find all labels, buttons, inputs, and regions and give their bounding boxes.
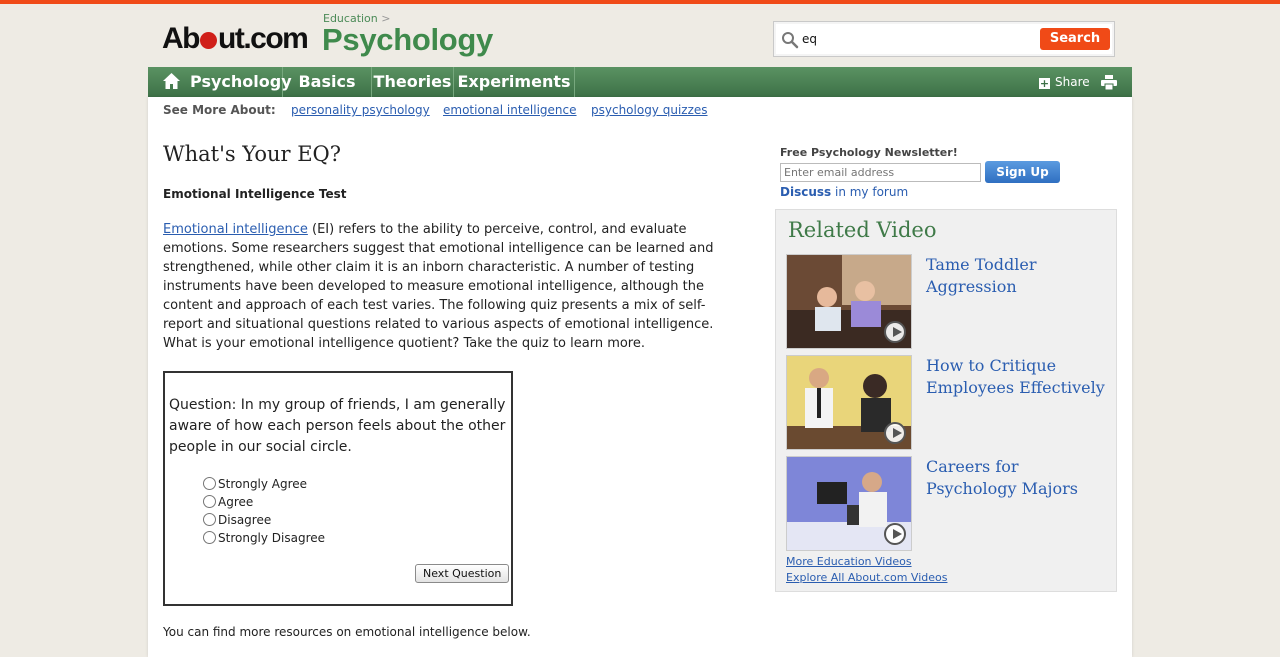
option-label[interactable]: Strongly Agree — [218, 477, 307, 491]
share-label: Share — [1055, 75, 1090, 89]
logo-text-right: ut.com — [218, 22, 309, 55]
video-title-link[interactable]: Careers for Psychology Majors — [926, 456, 1106, 500]
about-logo[interactable]: Ab ut.com — [162, 22, 309, 56]
radio-agree[interactable] — [203, 495, 216, 508]
article-intro: Emotional intelligence (EI) refers to th… — [163, 220, 738, 353]
quiz-option[interactable]: Agree — [203, 495, 325, 513]
quiz-option[interactable]: Strongly Disagree — [203, 531, 325, 549]
plus-icon: + — [1039, 77, 1050, 90]
quiz-box: Question: In my group of friends, I am g… — [163, 371, 513, 606]
more-education-videos-link[interactable]: More Education Videos — [786, 555, 912, 568]
see-more-link-quizzes[interactable]: psychology quizzes — [591, 103, 708, 117]
logo-dot-icon — [200, 32, 217, 49]
print-icon[interactable] — [1101, 75, 1117, 90]
video-title-link[interactable]: Tame Toddler Aggression — [926, 254, 1106, 298]
play-icon[interactable] — [884, 422, 906, 444]
quiz-question: Question: In my group of friends, I am g… — [169, 397, 506, 455]
emotional-intelligence-link[interactable]: Emotional intelligence — [163, 222, 308, 237]
play-icon[interactable] — [884, 523, 906, 545]
video-title-link[interactable]: How to Critique Employees Effectively — [926, 355, 1106, 399]
resources-text: You can find more resources on emotional… — [163, 625, 531, 639]
nav-item-basics[interactable]: Basics — [283, 67, 372, 97]
search-button[interactable]: Search — [1040, 28, 1110, 50]
discuss-link[interactable]: Discuss — [780, 185, 831, 199]
top-accent-bar — [0, 0, 1280, 4]
search-box: Search — [773, 21, 1115, 57]
nav-item-experiments[interactable]: Experiments — [454, 67, 575, 97]
search-input[interactable] — [802, 30, 1002, 48]
see-more-link-personality[interactable]: personality psychology — [291, 103, 430, 117]
page-title: What's Your EQ? — [163, 142, 342, 166]
newsletter-email-input[interactable] — [780, 163, 981, 182]
related-video-heading: Related Video — [788, 218, 937, 242]
intro-text: (EI) refers to the ability to perceive, … — [163, 222, 714, 351]
main-nav: Psychology Basics Theories Experiments +… — [148, 67, 1132, 97]
option-label[interactable]: Disagree — [218, 513, 271, 527]
search-icon — [782, 32, 799, 49]
nav-item-theories[interactable]: Theories — [372, 67, 454, 97]
discuss-rest: in my forum — [831, 185, 909, 199]
option-label[interactable]: Agree — [218, 495, 253, 509]
radio-strongly-disagree[interactable] — [203, 531, 216, 544]
see-more-link-emotional-intelligence[interactable]: emotional intelligence — [443, 103, 577, 117]
newsletter-label: Free Psychology Newsletter! — [780, 146, 958, 159]
see-more-label: See More About: — [163, 103, 276, 117]
share-button[interactable]: + Share — [1039, 67, 1090, 97]
related-video-box: Related Video Tame Toddler Aggression Ho… — [775, 209, 1117, 592]
sign-up-button[interactable]: Sign Up — [985, 161, 1060, 183]
nav-item-psychology[interactable]: Psychology — [148, 67, 292, 97]
logo-text-left: Ab — [162, 22, 201, 55]
quiz-option[interactable]: Disagree — [203, 513, 325, 531]
play-icon[interactable] — [884, 321, 906, 343]
next-question-button[interactable]: Next Question — [415, 564, 510, 583]
quiz-option[interactable]: Strongly Agree — [203, 477, 325, 495]
video-thumbnail[interactable] — [786, 456, 912, 551]
quiz-options: Strongly Agree Agree Disagree Strongly D… — [203, 477, 325, 549]
radio-strongly-agree[interactable] — [203, 477, 216, 490]
radio-disagree[interactable] — [203, 513, 216, 526]
channel-title[interactable]: Psychology — [322, 22, 493, 58]
discuss-forum-link[interactable]: Discuss in my forum — [780, 185, 908, 199]
article-subtitle: Emotional Intelligence Test — [163, 187, 347, 201]
explore-all-videos-link[interactable]: Explore All About.com Videos — [786, 571, 947, 584]
video-thumbnail[interactable] — [786, 355, 912, 450]
option-label[interactable]: Strongly Disagree — [218, 531, 325, 545]
video-thumbnail[interactable] — [786, 254, 912, 349]
